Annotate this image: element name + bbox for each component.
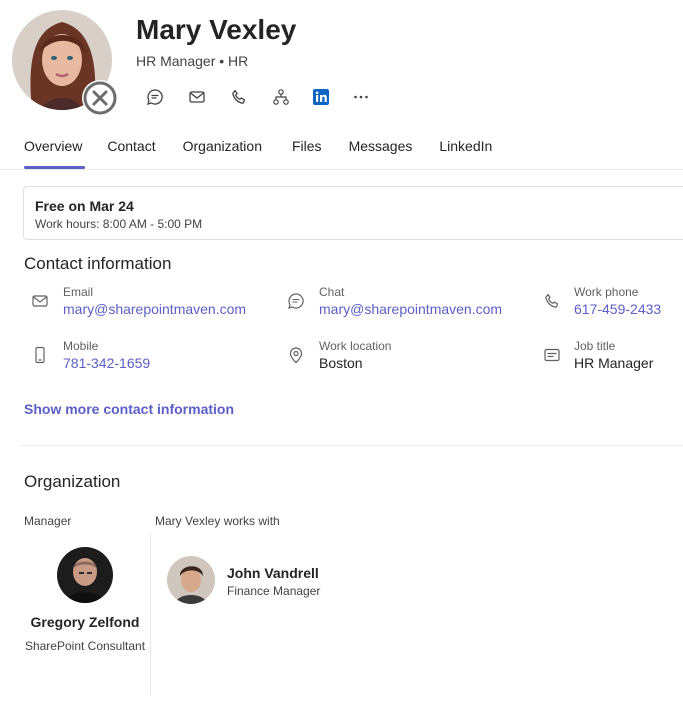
presence-offline-icon: [82, 80, 118, 116]
profile-subtitle: HR Manager • HR: [136, 53, 249, 69]
more-icon: [354, 95, 368, 99]
chat-icon: [286, 291, 306, 311]
location-label: Work location: [319, 339, 392, 353]
chat-icon: [147, 89, 163, 105]
profile-name: Mary Vexley: [136, 14, 297, 45]
tabs-divider: [0, 169, 683, 170]
mobile-icon: [30, 345, 50, 365]
email-label: Email: [63, 285, 94, 299]
tab-files[interactable]: Files: [292, 138, 322, 160]
contact-section-title: Contact information: [24, 254, 172, 273]
chat-value-link[interactable]: mary@sharepointmaven.com: [319, 301, 502, 317]
manager-avatar[interactable]: [57, 547, 113, 603]
linkedin-action-button[interactable]: [310, 86, 332, 108]
work-phone-label: Work phone: [574, 285, 639, 299]
manager-title: SharePoint Consultant: [24, 639, 146, 653]
org-action-button[interactable]: [270, 86, 292, 108]
organization-section-title: Organization: [24, 472, 121, 491]
tab-contact[interactable]: Contact: [107, 138, 155, 160]
chat-label: Chat: [319, 285, 345, 299]
tab-bar: Overview Contact Organization Files Mess…: [24, 138, 492, 160]
org-column-divider: [150, 533, 151, 695]
email-value-link[interactable]: mary@sharepointmaven.com: [63, 301, 246, 317]
section-divider: [20, 445, 683, 446]
chat-action-button[interactable]: [144, 86, 166, 108]
peer-title: Finance Manager: [227, 584, 321, 598]
mail-icon: [189, 91, 205, 103]
linkedin-icon: [313, 89, 329, 105]
tab-messages[interactable]: Messages: [349, 138, 413, 160]
action-bar: [144, 86, 372, 108]
manager-label: Manager: [24, 514, 72, 528]
job-title-value: HR Manager: [574, 355, 654, 371]
email-action-button[interactable]: [186, 86, 208, 108]
location-value: Boston: [319, 355, 363, 371]
job-title-label: Job title: [574, 339, 616, 353]
phone-icon: [232, 89, 246, 104]
mobile-value-link[interactable]: 781-342-1659: [63, 355, 150, 371]
peer-avatar[interactable]: [167, 556, 215, 604]
mobile-label: Mobile: [63, 339, 99, 353]
peer-name[interactable]: John Vandrell: [227, 565, 319, 581]
mail-icon: [30, 291, 50, 311]
manager-name[interactable]: Gregory Zelfond: [20, 614, 150, 630]
work-hours: Work hours: 8:00 AM - 5:00 PM: [35, 217, 203, 231]
tab-linkedin[interactable]: LinkedIn: [439, 138, 492, 160]
call-action-button[interactable]: [228, 86, 250, 108]
location-icon: [286, 345, 306, 365]
show-more-contact-link[interactable]: Show more contact information: [24, 401, 234, 417]
tab-overview[interactable]: Overview: [24, 138, 82, 160]
id-card-icon: [542, 345, 562, 365]
more-actions-button[interactable]: [350, 86, 372, 108]
org-chart-icon: [273, 89, 289, 105]
phone-icon: [542, 291, 562, 311]
work-phone-value-link[interactable]: 617-459-2433: [574, 301, 661, 317]
tab-organization[interactable]: Organization: [183, 138, 262, 160]
works-with-label: Mary Vexley works with: [155, 514, 280, 528]
availability-title: Free on Mar 24: [35, 198, 134, 214]
